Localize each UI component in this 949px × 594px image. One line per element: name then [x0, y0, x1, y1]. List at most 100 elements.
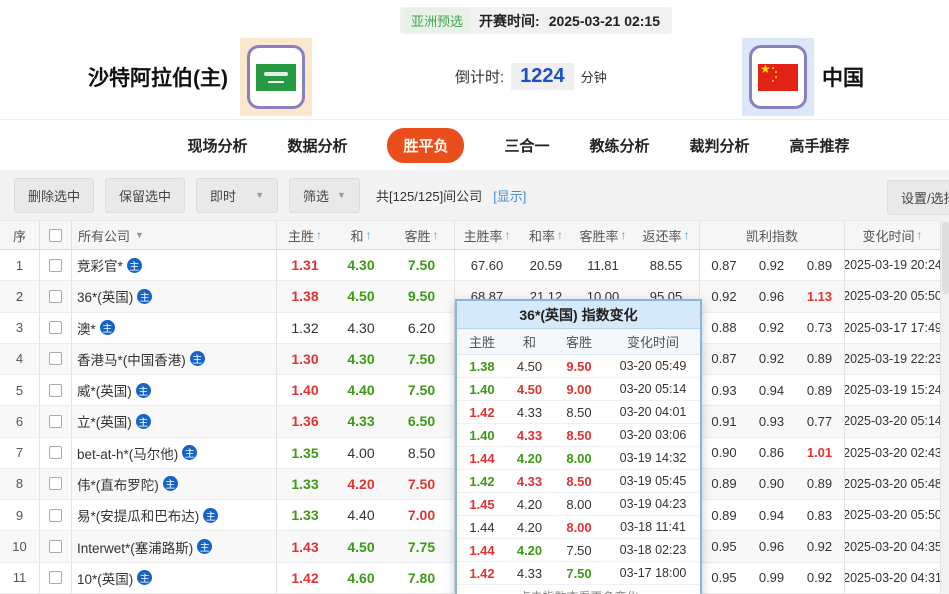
company-cell[interactable]: bet-at-h*(马尔他)主 [72, 438, 277, 468]
nav-tab[interactable]: 现场分析 [187, 135, 247, 156]
odds-value[interactable]: 1.43 [277, 531, 333, 561]
nav-tab[interactable]: 三合一 [504, 135, 549, 156]
odds-value[interactable]: 4.40 [333, 500, 389, 530]
odds-value[interactable]: 1.33 [277, 500, 333, 530]
company-cell[interactable]: 10*(英国)主 [72, 563, 277, 593]
odds-value[interactable]: 4.40 [333, 375, 389, 405]
odds-value[interactable]: 6.50 [389, 406, 455, 436]
col-header-lose[interactable]: 客胜↑ [389, 221, 455, 249]
row-checkbox[interactable] [49, 571, 62, 584]
company-cell[interactable]: 威*(英国)主 [72, 375, 277, 405]
odds-value[interactable]: 4.30 [333, 313, 389, 343]
col-header-win[interactable]: 主胜↑ [277, 221, 333, 249]
col-header-win-rate[interactable]: 主胜率↑ [455, 221, 519, 249]
show-link[interactable]: [显示] [493, 186, 526, 205]
company-cell[interactable]: 36*(英国)主 [72, 281, 277, 311]
odds-value[interactable]: 9.50 [389, 281, 455, 311]
odds-value[interactable]: 7.50 [389, 344, 455, 374]
odds-value[interactable]: 4.50 [333, 531, 389, 561]
nav-tab[interactable]: 裁判分析 [690, 135, 750, 156]
odds-value[interactable]: 7.50 [389, 469, 455, 499]
odds-value: 1.42 [457, 401, 507, 423]
company-count: 共[125/125]间公司 [376, 186, 482, 205]
row-checkbox[interactable] [49, 540, 62, 553]
odds-value[interactable]: 1.38 [277, 281, 333, 311]
odds-value[interactable]: 7.50 [389, 250, 455, 280]
change-time: 2025-03-20 04:31 [845, 563, 940, 593]
odds-value[interactable]: 1.32 [277, 313, 333, 343]
select-all-checkbox[interactable] [49, 229, 62, 242]
odds-value[interactable]: 1.33 [277, 469, 333, 499]
away-team-name: 中国 [822, 62, 864, 92]
time-mode-dropdown[interactable]: 即时 ▼ [196, 178, 278, 213]
nav-tab-active[interactable]: 胜平负 [387, 128, 464, 163]
popup-col-lose: 客胜 [552, 329, 606, 354]
filter-dropdown[interactable]: 筛选 ▼ [289, 178, 360, 213]
flag-inscription [264, 72, 288, 76]
company-cell[interactable]: 竞彩官*主 [72, 250, 277, 280]
odds-value[interactable]: 1.40 [277, 375, 333, 405]
row-checkbox[interactable] [49, 509, 62, 522]
vertical-scrollbar[interactable] [940, 220, 949, 594]
odds-value[interactable]: 1.30 [277, 344, 333, 374]
checkbox-cell [40, 500, 72, 530]
row-checkbox[interactable] [49, 384, 62, 397]
odds-value[interactable]: 7.50 [389, 375, 455, 405]
col-header-draw[interactable]: 和↑ [333, 221, 389, 249]
rate-value: 11.81 [573, 250, 633, 280]
odds-value[interactable]: 4.20 [333, 469, 389, 499]
company-cell[interactable]: Interwet*(塞浦路斯)主 [72, 531, 277, 561]
company-cell[interactable]: 澳*主 [72, 313, 277, 343]
odds-value[interactable]: 1.31 [277, 250, 333, 280]
odds-value[interactable]: 1.42 [277, 563, 333, 593]
odds-value[interactable]: 4.30 [333, 344, 389, 374]
row-checkbox[interactable] [49, 321, 62, 334]
kelly-value: 0.95 [700, 531, 748, 561]
change-time: 2025-03-19 20:24 [845, 250, 940, 280]
nav-tab[interactable]: 高手推荐 [790, 135, 850, 156]
nav-tab[interactable]: 数据分析 [287, 135, 347, 156]
row-checkbox[interactable] [49, 352, 62, 365]
odds-value: 8.50 [552, 401, 606, 423]
row-checkbox[interactable] [49, 477, 62, 490]
odds-value[interactable]: 1.35 [277, 438, 333, 468]
keep-selected-button[interactable]: 保留选中 [105, 178, 185, 213]
rate-value: 88.55 [633, 250, 700, 280]
col-header-draw-rate[interactable]: 和率↑ [519, 221, 573, 249]
odds-value[interactable]: 4.60 [333, 563, 389, 593]
company-cell[interactable]: 易*(安提瓜和巴布达)主 [72, 500, 277, 530]
company-cell[interactable]: 香港马*(中国香港)主 [72, 344, 277, 374]
delete-selected-button[interactable]: 删除选中 [14, 178, 94, 213]
kelly-value: 0.89 [795, 375, 845, 405]
sort-asc-icon: ↑ [433, 228, 439, 242]
popup-col-draw: 和 [507, 329, 552, 354]
odds-value[interactable]: 4.50 [333, 281, 389, 311]
col-header-return-rate[interactable]: 返还率↑ [633, 221, 700, 249]
odds-value[interactable]: 1.36 [277, 406, 333, 436]
col-header-lose-rate[interactable]: 客胜率↑ [573, 221, 633, 249]
row-checkbox[interactable] [49, 290, 62, 303]
odds-value[interactable]: 8.50 [389, 438, 455, 468]
company-cell[interactable]: 伟*(直布罗陀)主 [72, 469, 277, 499]
col-header-change-time[interactable]: 变化时间↑ [845, 221, 940, 249]
company-cell[interactable]: 立*(英国)主 [72, 406, 277, 436]
flag-star: ★ [760, 63, 771, 75]
row-checkbox[interactable] [49, 446, 62, 459]
odds-value[interactable]: 4.00 [333, 438, 389, 468]
odds-value[interactable]: 7.00 [389, 500, 455, 530]
odds-value: 4.20 [507, 539, 552, 561]
odds-value[interactable]: 4.30 [333, 250, 389, 280]
settings-button[interactable]: 设置/选择 [887, 180, 949, 215]
odds-value[interactable]: 7.80 [389, 563, 455, 593]
odds-value[interactable]: 7.75 [389, 531, 455, 561]
nav-tab[interactable]: 教练分析 [590, 135, 650, 156]
row-checkbox[interactable] [49, 259, 62, 272]
odds-value[interactable]: 6.20 [389, 313, 455, 343]
odds-value[interactable]: 4.33 [333, 406, 389, 436]
kelly-value: 0.99 [748, 563, 795, 593]
away-flag-card: ★ [742, 38, 814, 116]
row-checkbox[interactable] [49, 415, 62, 428]
col-header-company[interactable]: 所有公司 ▼ [72, 221, 277, 249]
col-header-seq: 序 [0, 221, 40, 249]
scrollbar-thumb[interactable] [942, 222, 949, 294]
